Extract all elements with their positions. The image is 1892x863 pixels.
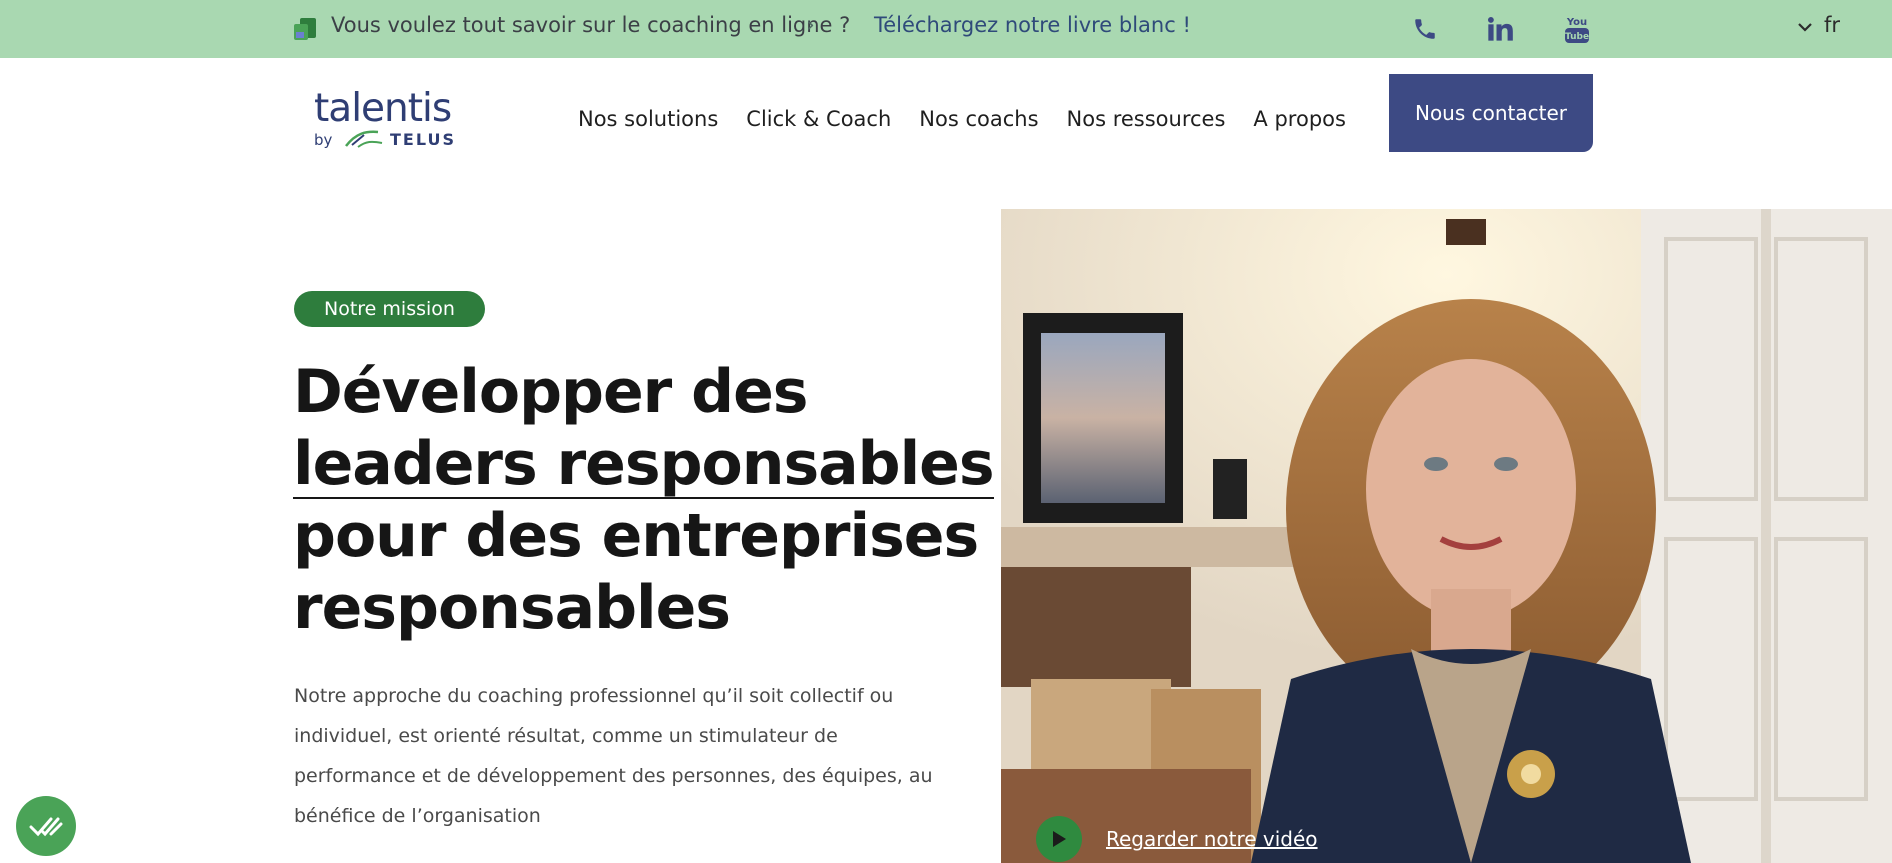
- accessibility-widget-button[interactable]: [16, 796, 76, 856]
- main-navigation: Nos solutions Click & Coach Nos coachs N…: [578, 107, 1374, 131]
- talentis-logo[interactable]: talentis by TELUS: [314, 86, 464, 156]
- logo-partner: TELUS: [390, 129, 456, 149]
- checkmarks-icon: [29, 817, 63, 837]
- play-icon[interactable]: [1036, 816, 1082, 862]
- language-label: fr: [1824, 13, 1841, 37]
- headline-line-3: pour des entreprises: [293, 501, 979, 571]
- download-whitepaper-link[interactable]: Téléchargez notre livre blanc !: [874, 13, 1191, 37]
- nav-item-ressources[interactable]: Nos ressources: [1067, 107, 1226, 131]
- promo-text: Vous voulez tout savoir sur le coaching …: [331, 13, 851, 37]
- nav-item-a-propos[interactable]: A propos: [1253, 107, 1346, 131]
- watch-video-link[interactable]: Regarder notre vidéo: [1036, 816, 1318, 862]
- telus-swoosh-icon: [345, 130, 383, 148]
- hero-headline: Développer des leaders responsables pour…: [293, 356, 995, 644]
- mission-badge: Notre mission: [294, 291, 485, 327]
- chevron-down-icon: [1798, 13, 1812, 37]
- svg-text:Tube: Tube: [1565, 32, 1589, 42]
- document-icon: [292, 16, 318, 42]
- hero-video-thumbnail[interactable]: [1001, 209, 1892, 863]
- linkedin-icon[interactable]: [1483, 12, 1517, 46]
- headline-line-2: leaders responsables: [293, 429, 995, 499]
- hero-description: Notre approche du coaching professionnel…: [294, 685, 933, 827]
- phone-icon[interactable]: [1408, 12, 1442, 46]
- watch-video-label[interactable]: Regarder notre vidéo: [1106, 827, 1318, 851]
- top-announcement-bar: Vous voulez tout savoir sur le coaching …: [0, 0, 1892, 58]
- headline-line-4: responsables: [293, 573, 731, 643]
- svg-text:You: You: [1566, 17, 1587, 28]
- youtube-icon[interactable]: You Tube: [1560, 12, 1594, 46]
- logo-by: by: [314, 131, 333, 149]
- nav-item-click-coach[interactable]: Click & Coach: [746, 107, 891, 131]
- logo-brand: talentis: [314, 86, 452, 131]
- headline-line-1: Développer des: [293, 357, 809, 427]
- telus-logo: TELUS: [342, 129, 456, 149]
- nav-item-solutions[interactable]: Nos solutions: [578, 107, 718, 131]
- nav-item-coachs[interactable]: Nos coachs: [919, 107, 1038, 131]
- contact-button[interactable]: Nous contacter: [1389, 74, 1593, 152]
- chevron-right-icon: ›: [806, 13, 815, 38]
- coach-portrait-image: [1001, 209, 1892, 863]
- language-selector[interactable]: fr: [1798, 13, 1840, 37]
